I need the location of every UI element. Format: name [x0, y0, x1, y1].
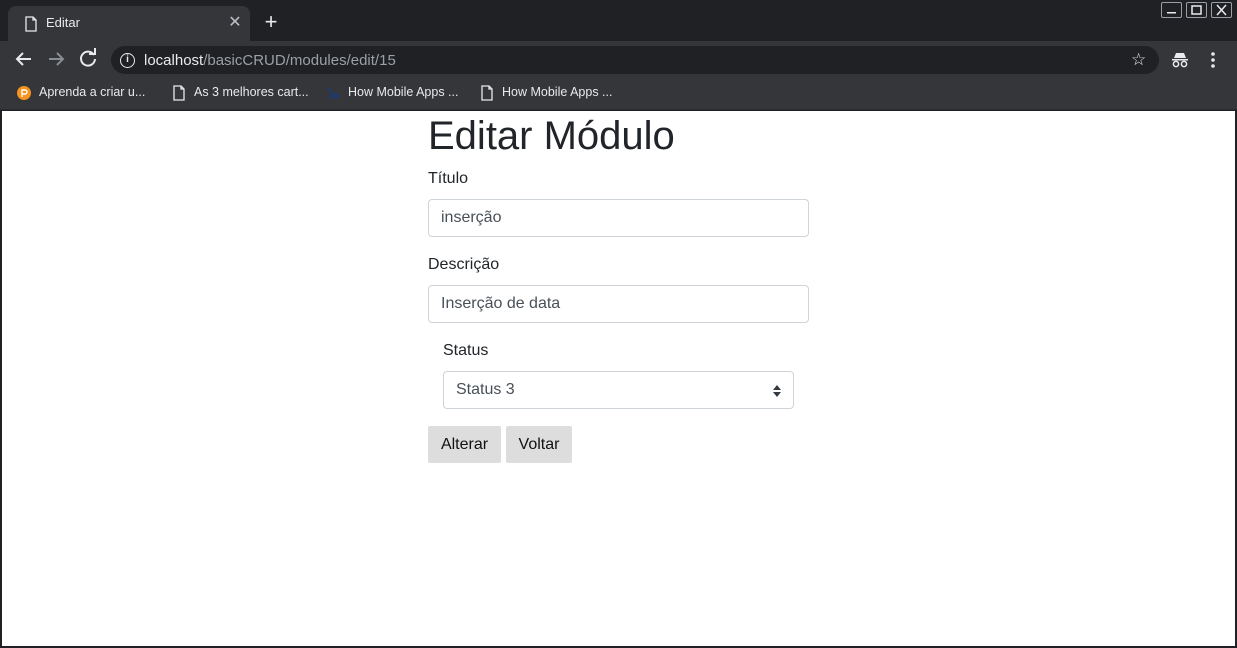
descricao-label: Descrição: [428, 256, 500, 273]
alterar-button[interactable]: Alterar: [428, 426, 501, 463]
page-title: Editar Módulo: [428, 114, 675, 158]
bookmark-star-icon[interactable]: ☆: [1131, 50, 1146, 70]
address-bar[interactable]: i localhost/basicCRUD/modules/edit/15 ☆: [111, 46, 1159, 74]
page-icon: [481, 85, 493, 101]
titulo-input[interactable]: inserção: [428, 199, 809, 237]
minimize-window-icon[interactable]: [1161, 2, 1182, 18]
page-content: Editar Módulo Título inserção Descrição …: [2, 111, 1235, 646]
voltar-button[interactable]: Voltar: [506, 426, 572, 463]
close-window-icon[interactable]: [1211, 2, 1232, 18]
url-host: localhost: [144, 52, 204, 69]
orange-site-icon: [17, 86, 31, 100]
titulo-label: Título: [428, 170, 469, 187]
site-info-icon[interactable]: i: [120, 53, 135, 68]
blue-site-icon: [327, 87, 339, 100]
reload-icon[interactable]: [75, 46, 101, 72]
bookmark-item[interactable]: As 3 melhores cart...: [171, 84, 321, 104]
bookmark-item[interactable]: Aprenda a criar u...: [16, 84, 156, 104]
tab-title: Editar: [46, 15, 80, 30]
forward-arrow-icon[interactable]: [43, 46, 69, 72]
url-path: /basicCRUD/modules/edit/15: [203, 52, 396, 69]
browser-toolbar: i localhost/basicCRUD/modules/edit/15 ☆: [0, 41, 1237, 78]
bookmark-item[interactable]: How Mobile Apps ...: [325, 84, 475, 104]
tab-strip: Editar ✕ +: [0, 0, 1237, 41]
more-menu-icon[interactable]: [1205, 50, 1221, 70]
bookmarks-bar: Aprenda a criar u... As 3 melhores cart.…: [0, 78, 1237, 110]
incognito-icon[interactable]: [1170, 51, 1190, 69]
close-tab-icon[interactable]: ✕: [226, 14, 244, 32]
status-label: Status: [443, 342, 489, 359]
bookmark-label: How Mobile Apps ...: [502, 85, 613, 99]
page-icon: [173, 85, 185, 101]
browser-window: Editar ✕ + i localhost/basicCRUD/modules…: [0, 0, 1237, 648]
tab-editar[interactable]: Editar ✕: [8, 6, 250, 41]
status-selected-value: Status 3: [456, 381, 515, 398]
document-icon: [25, 16, 37, 32]
bookmark-label: Aprenda a criar u...: [39, 85, 146, 99]
back-arrow-icon[interactable]: [11, 46, 37, 72]
bookmark-item[interactable]: How Mobile Apps ...: [479, 84, 629, 104]
bookmark-label: How Mobile Apps ...: [348, 85, 459, 99]
select-caret-icon: [773, 385, 781, 397]
url-text: localhost/basicCRUD/modules/edit/15: [144, 52, 396, 69]
new-tab-icon[interactable]: +: [260, 11, 282, 34]
descricao-input[interactable]: Inserção de data: [428, 285, 809, 323]
bookmark-label: As 3 melhores cart...: [194, 85, 309, 99]
maximize-window-icon[interactable]: [1186, 2, 1207, 18]
status-select[interactable]: Status 3: [443, 371, 794, 409]
